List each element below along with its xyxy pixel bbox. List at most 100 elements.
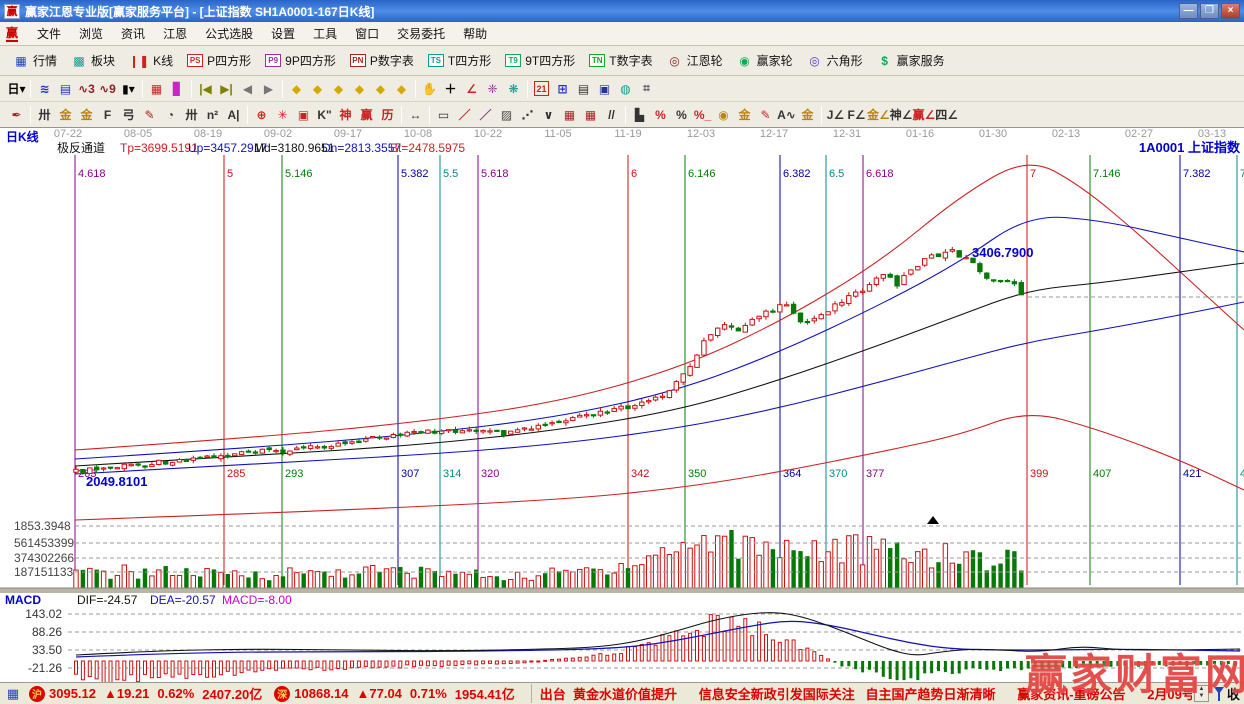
angle-measure-icon[interactable]: ∠ (461, 79, 482, 99)
save-icon[interactable]: ▣ (594, 79, 615, 99)
diamond-arrow-v-icon[interactable]: ◆ (391, 79, 412, 99)
maximize-button[interactable]: ❐ (1200, 3, 1219, 19)
calculator-icon[interactable]: ⊞ (552, 79, 573, 99)
target-cross-icon[interactable]: ⊕ (251, 105, 272, 125)
gann-pattern-icon[interactable]: ❈ (482, 79, 503, 99)
gold-grid-icon[interactable]: 金 (55, 105, 76, 125)
menu-item-4[interactable]: 公式选股 (196, 25, 262, 43)
menu-item-2[interactable]: 资讯 (112, 25, 154, 43)
menu-item-1[interactable]: 浏览 (70, 25, 112, 43)
shen-grid-icon[interactable]: 神 (335, 105, 356, 125)
p-square-button[interactable]: PSP四方形 (180, 49, 258, 72)
brain-pattern-icon[interactable]: ❋ (503, 79, 524, 99)
percent-icon[interactable]: % (671, 105, 692, 125)
gold-circle-icon[interactable]: ◉ (713, 105, 734, 125)
hand-tool-icon[interactable]: ✋ (419, 79, 440, 99)
hatch-box-icon[interactable]: ▨ (496, 105, 517, 125)
angle-shen-icon[interactable]: 神∠ (890, 105, 913, 125)
angle-win-icon[interactable]: 赢∠ (913, 105, 936, 125)
wave3-icon[interactable]: ∿3 (76, 79, 97, 99)
remote-pc-icon[interactable]: ⌗ (636, 79, 657, 99)
crosshair-tool-icon[interactable]: ＋ (440, 79, 461, 99)
hexagon-button[interactable]: ◎六角形 (800, 49, 870, 72)
minimize-button[interactable]: — (1179, 3, 1198, 19)
nav-next-icon[interactable]: ▶ (258, 79, 279, 99)
gold-grid2-icon[interactable]: 金 (76, 105, 97, 125)
table-build-icon[interactable]: ▙ (629, 105, 650, 125)
a-line-icon[interactable]: A| (223, 105, 244, 125)
fan-purple-icon[interactable]: ／ (475, 105, 496, 125)
kline-button[interactable]: ❙❚K线 (122, 49, 180, 72)
menu-item-3[interactable]: 江恩 (154, 25, 196, 43)
t-square-button[interactable]: TST四方形 (421, 49, 498, 72)
gold-under-icon[interactable]: 金 (797, 105, 818, 125)
nav-prev-icon[interactable]: ◀ (237, 79, 258, 99)
period-day-dropdown-icon[interactable]: 日▾ (6, 79, 27, 99)
nav-last-icon[interactable]: ▶| (216, 79, 237, 99)
brush-red-icon[interactable]: ✎ (755, 105, 776, 125)
diamond-arrow-left-icon[interactable]: ◆ (286, 79, 307, 99)
h-ruler-icon[interactable]: ↔ (405, 105, 426, 125)
angle-j-icon[interactable]: J∠ (825, 105, 846, 125)
pct-under-icon[interactable]: %_ (692, 105, 713, 125)
menu-item-5[interactable]: 设置 (262, 25, 304, 43)
target-box-icon[interactable]: ▣ (293, 105, 314, 125)
knife2-icon[interactable]: ✎ (139, 105, 160, 125)
news-ticker[interactable]: 出台 黄金水道价值提升 信息安全新政引发国际关注 自主国产趋势日渐清晰 赢家资讯… (531, 684, 1192, 703)
notepad-icon[interactable]: ▤ (573, 79, 594, 99)
9t-square-button[interactable]: T99T四方形 (498, 49, 582, 72)
pen-knife-icon[interactable]: ✒ (6, 105, 27, 125)
comb2-grid-icon[interactable]: 卅 (181, 105, 202, 125)
quote-grid-icon[interactable]: ▦ (4, 686, 22, 701)
menu-item-9[interactable]: 帮助 (454, 25, 496, 43)
bow-grid-icon[interactable]: 弓 (118, 105, 139, 125)
wave-pattern-icon[interactable]: ≋ (34, 79, 55, 99)
9p-square-button[interactable]: P99P四方形 (258, 49, 343, 72)
f-grid-icon[interactable]: F (97, 105, 118, 125)
diamond-arrow-star-icon[interactable]: ◆ (370, 79, 391, 99)
pct-slash-icon[interactable]: % (650, 105, 671, 125)
comb-grid-icon[interactable]: 卅 (34, 105, 55, 125)
target-star-icon[interactable]: ✳ (272, 105, 293, 125)
t-table-button[interactable]: TNT数字表 (582, 49, 659, 72)
calendar-grid-icon[interactable]: 历 (377, 105, 398, 125)
frame-icon[interactable]: ▭ (433, 105, 454, 125)
angle-f-icon[interactable]: F∠ (846, 105, 867, 125)
ticker-spinner[interactable]: ▲▼ (1194, 685, 1209, 702)
k-quote-icon[interactable]: K" (314, 105, 335, 125)
calendar-icon[interactable]: 21 (534, 81, 549, 96)
close-button[interactable]: × (1221, 3, 1240, 19)
chart-area[interactable]: 07-2208-0508-1909-0209-1710-0810-2211-05… (0, 128, 1244, 682)
color-histogram-icon[interactable]: ▊ (167, 79, 188, 99)
p-table-button[interactable]: PNP数字表 (343, 49, 421, 72)
red-pattern-icon[interactable]: ▦ (146, 79, 167, 99)
slashes-icon[interactable]: // (601, 105, 622, 125)
web-export-icon[interactable]: ◍ (615, 79, 636, 99)
fan-red-icon[interactable]: ／ (454, 105, 475, 125)
menu-item-0[interactable]: 文件 (28, 25, 70, 43)
sectors-button[interactable]: ▩板块 (64, 49, 122, 72)
menu-item-6[interactable]: 工具 (304, 25, 346, 43)
diamond-arrow-h-icon[interactable]: ◆ (328, 79, 349, 99)
n2-grid-icon[interactable]: n² (202, 105, 223, 125)
memo-icon[interactable]: ▤ (55, 79, 76, 99)
clock-grid-icon[interactable]: ◔ (160, 105, 181, 125)
red-grid2-icon[interactable]: ▦ (580, 105, 601, 125)
winner-wheel-button[interactable]: ◉赢家轮 (730, 49, 800, 72)
menu-item-7[interactable]: 窗口 (346, 25, 388, 43)
menu-item-8[interactable]: 交易委托 (388, 25, 454, 43)
quotes-button[interactable]: ▦行情 (6, 49, 64, 72)
vee-line-icon[interactable]: ∨ (538, 105, 559, 125)
nav-first-icon[interactable]: |◀ (195, 79, 216, 99)
red-grid1-icon[interactable]: ▦ (559, 105, 580, 125)
ray-lines-icon[interactable]: ⋰ (517, 105, 538, 125)
winner-service-button[interactable]: $赢家服务 (870, 49, 952, 72)
a-wave-icon[interactable]: A∿ (776, 105, 797, 125)
kline-chart-canvas[interactable]: 07-2208-0508-1909-0209-1710-0810-2211-05… (0, 128, 1244, 682)
gann-wheel-button[interactable]: ◎江恩轮 (660, 49, 730, 72)
angle-gold-icon[interactable]: 金∠ (867, 105, 890, 125)
diamond-arrow-right-icon[interactable]: ◆ (307, 79, 328, 99)
diamond-arrow-cross-icon[interactable]: ◆ (349, 79, 370, 99)
gold-line-icon[interactable]: 金 (734, 105, 755, 125)
wave9-icon[interactable]: ∿9 (97, 79, 118, 99)
